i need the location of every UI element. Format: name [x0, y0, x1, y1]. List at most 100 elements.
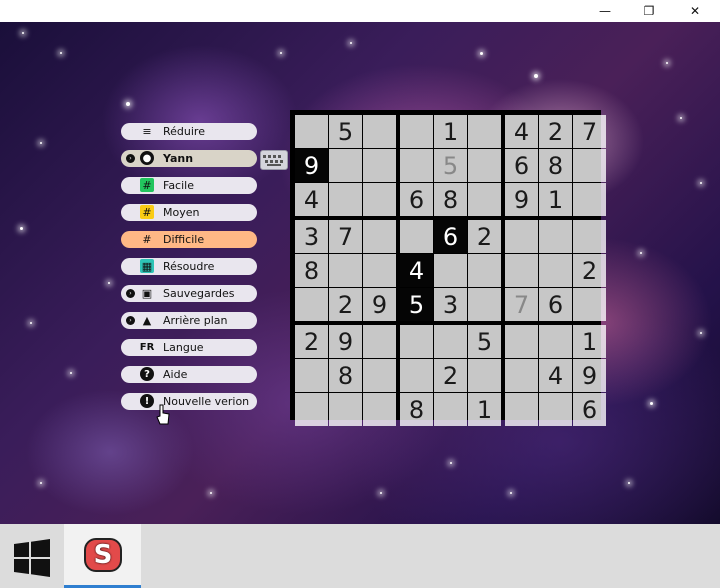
sudoku-cell[interactable]: [400, 325, 433, 358]
sudoku-cell[interactable]: [400, 149, 433, 182]
sudoku-cell[interactable]: 9: [363, 288, 396, 321]
start-button[interactable]: [0, 524, 64, 588]
sudoku-cell[interactable]: [539, 393, 572, 426]
minimize-button[interactable]: —: [582, 0, 628, 22]
sudoku-cell[interactable]: 4: [539, 359, 572, 392]
sudoku-cell[interactable]: [468, 115, 501, 148]
sudoku-cell[interactable]: [329, 393, 362, 426]
sudoku-cell[interactable]: 2: [573, 254, 606, 287]
sudoku-cell[interactable]: [539, 220, 572, 253]
sudoku-cell[interactable]: 9: [295, 149, 328, 182]
sudoku-cell[interactable]: 8: [329, 359, 362, 392]
sudoku-cell[interactable]: 2: [434, 359, 467, 392]
sudoku-cell[interactable]: 7: [573, 115, 606, 148]
sudoku-cell[interactable]: [295, 393, 328, 426]
sudoku-cell[interactable]: 4: [505, 115, 538, 148]
sudoku-cell[interactable]: [400, 359, 433, 392]
menu-item-facile[interactable]: # Facile: [121, 177, 257, 194]
sudoku-cell[interactable]: 2: [295, 325, 328, 358]
sudoku-cell[interactable]: 2: [539, 115, 572, 148]
menu-item-langue[interactable]: FR Langue: [121, 339, 257, 356]
sudoku-cell[interactable]: [363, 254, 396, 287]
sudoku-cell[interactable]: 1: [434, 115, 467, 148]
sudoku-cell[interactable]: 8: [539, 149, 572, 182]
sudoku-cell[interactable]: 4: [400, 254, 433, 287]
sudoku-cell[interactable]: [295, 115, 328, 148]
sudoku-cell[interactable]: [573, 149, 606, 182]
sudoku-cell[interactable]: [468, 254, 501, 287]
sudoku-cell[interactable]: 9: [329, 325, 362, 358]
sudoku-cell[interactable]: [295, 288, 328, 321]
moyen-icon: #: [140, 205, 154, 219]
sudoku-cell[interactable]: [468, 149, 501, 182]
sudoku-cell[interactable]: 8: [400, 393, 433, 426]
sudoku-cell[interactable]: [400, 115, 433, 148]
sudoku-cell[interactable]: [329, 254, 362, 287]
sudoku-cell[interactable]: [573, 183, 606, 216]
sudoku-cell[interactable]: 1: [539, 183, 572, 216]
sudoku-cell[interactable]: [539, 325, 572, 358]
menu-item-arriere[interactable]: › ▲ Arrière plan: [121, 312, 257, 329]
sudoku-cell[interactable]: [505, 359, 538, 392]
sudoku-cell[interactable]: [434, 325, 467, 358]
menu-item-user[interactable]: › ● Yann: [121, 150, 257, 167]
restore-button[interactable]: ❐: [626, 0, 672, 22]
sudoku-cell[interactable]: 6: [434, 220, 467, 253]
sudoku-cell[interactable]: [400, 220, 433, 253]
sudoku-cell[interactable]: [539, 254, 572, 287]
sudoku-cell[interactable]: 6: [573, 393, 606, 426]
sudoku-cell[interactable]: [505, 220, 538, 253]
sudoku-cell[interactable]: [329, 183, 362, 216]
menu-item-nouvelle[interactable]: ! Nouvelle verion: [121, 393, 257, 410]
sudoku-cell[interactable]: [295, 359, 328, 392]
sudoku-cell[interactable]: 1: [468, 393, 501, 426]
menu-item-moyen[interactable]: # Moyen: [121, 204, 257, 221]
sudoku-cell[interactable]: 8: [295, 254, 328, 287]
sudoku-cell[interactable]: [468, 359, 501, 392]
sudoku-cell[interactable]: 9: [505, 183, 538, 216]
menu-item-aide[interactable]: ? Aide: [121, 366, 257, 383]
taskbar-app-sudoku[interactable]: S: [64, 524, 141, 588]
sudoku-cell[interactable]: [363, 220, 396, 253]
menu-item-reduire[interactable]: ≡ Réduire: [121, 123, 257, 140]
sudoku-cell[interactable]: [363, 115, 396, 148]
sudoku-cell[interactable]: 7: [505, 288, 538, 321]
sudoku-cell[interactable]: [505, 254, 538, 287]
resoudre-icon: ▦: [140, 259, 154, 273]
sudoku-cell[interactable]: [363, 359, 396, 392]
sudoku-cell[interactable]: [505, 393, 538, 426]
sudoku-cell[interactable]: 5: [329, 115, 362, 148]
sudoku-cell[interactable]: 4: [295, 183, 328, 216]
menu-item-difficile[interactable]: # Difficile: [121, 231, 257, 248]
sudoku-cell[interactable]: 6: [505, 149, 538, 182]
sudoku-cell[interactable]: [468, 288, 501, 321]
sudoku-cell[interactable]: [573, 220, 606, 253]
sudoku-cell[interactable]: 5: [434, 149, 467, 182]
sudoku-cell[interactable]: [363, 149, 396, 182]
sudoku-cell[interactable]: [434, 254, 467, 287]
sudoku-cell[interactable]: 2: [468, 220, 501, 253]
sudoku-cell[interactable]: 8: [434, 183, 467, 216]
sudoku-cell[interactable]: [468, 183, 501, 216]
sudoku-cell[interactable]: [505, 325, 538, 358]
menu-item-sauvegardes[interactable]: › ▣ Sauvegardes: [121, 285, 257, 302]
sudoku-cell[interactable]: 3: [295, 220, 328, 253]
sudoku-cell[interactable]: [363, 325, 396, 358]
close-button[interactable]: ✕: [672, 0, 718, 22]
sudoku-cell[interactable]: [329, 149, 362, 182]
keyboard-icon[interactable]: [260, 150, 288, 170]
sudoku-cell[interactable]: 6: [539, 288, 572, 321]
sudoku-cell[interactable]: 2: [329, 288, 362, 321]
sudoku-cell[interactable]: 5: [468, 325, 501, 358]
menu-item-resoudre[interactable]: ▦ Résoudre: [121, 258, 257, 275]
sudoku-cell[interactable]: [434, 393, 467, 426]
sudoku-cell[interactable]: [573, 288, 606, 321]
sudoku-cell[interactable]: 1: [573, 325, 606, 358]
sudoku-cell[interactable]: 3: [434, 288, 467, 321]
sudoku-cell[interactable]: [363, 393, 396, 426]
sudoku-cell[interactable]: 6: [400, 183, 433, 216]
sudoku-cell[interactable]: 9: [573, 359, 606, 392]
sudoku-cell[interactable]: 7: [329, 220, 362, 253]
sudoku-cell[interactable]: [363, 183, 396, 216]
sudoku-cell[interactable]: 5: [400, 288, 433, 321]
